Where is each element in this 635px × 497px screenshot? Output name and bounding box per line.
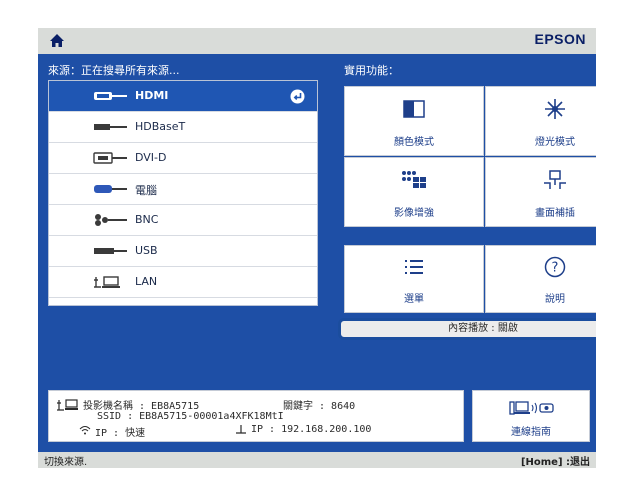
screen-interpolation-icon: [544, 170, 566, 189]
source-item-bnc[interactable]: BNC: [49, 205, 317, 236]
brand-logo: EPSON: [534, 31, 586, 47]
source-item-dvi-d[interactable]: DVI-D: [49, 143, 317, 174]
source-label-bnc: BNC: [135, 213, 159, 226]
wired-lan-icon: [236, 425, 246, 434]
menu-label: 選單: [404, 294, 424, 305]
help-label: 說明: [545, 294, 565, 305]
source-item-lan[interactable]: LAN: [49, 267, 317, 298]
screen-interpolation-label: 畫面補插: [535, 208, 575, 219]
color-mode-button[interactable]: 顏色模式: [344, 86, 484, 156]
projector-home-screen: EPSON 來源：正在搜尋所有來源... 實用功能： HDMI HDBaseT: [38, 28, 596, 468]
top-bar: EPSON: [38, 28, 596, 54]
hdmi-port-icon: [94, 92, 127, 100]
usb-port-icon: [94, 248, 127, 254]
dvi-port-icon: [93, 152, 127, 164]
image-enhance-icon: [402, 171, 426, 188]
source-item-hdmi[interactable]: HDMI: [49, 81, 317, 112]
footer-hint: 切換來源.: [44, 457, 88, 468]
source-item-hdbaset[interactable]: HDBaseT: [49, 112, 317, 143]
lan-ip: IP : 192.168.200.100: [251, 424, 372, 435]
light-mode-icon: [545, 99, 565, 119]
source-label-hdbaset: HDBaseT: [135, 120, 186, 133]
connection-guide-icon: [509, 401, 554, 415]
source-list: HDMI HDBaseT DVI-D 電腦 BNC USB LAN: [48, 80, 318, 306]
source-label-dvi-d: DVI-D: [135, 151, 167, 164]
light-mode-label: 燈光模式: [535, 137, 575, 148]
bottom-status-bar: 切換來源. [Home] :退出: [38, 452, 596, 468]
hdbaset-port-icon: [94, 124, 127, 130]
computer-port-icon: [94, 185, 127, 193]
connection-guide-label: 連線指南: [511, 427, 551, 438]
connection-guide-button[interactable]: 連線指南: [472, 390, 590, 442]
lan-icon: [94, 276, 120, 288]
wifi-icon: [79, 426, 91, 435]
screen-interpolation-button[interactable]: 畫面補插: [485, 157, 596, 227]
ssid: SSID : EB8A5715-00001a4XFK18MtI: [97, 411, 284, 422]
source-label-lan: LAN: [135, 275, 158, 288]
enter-icon: [290, 89, 305, 104]
help-icon: ?: [544, 256, 566, 278]
home-icon[interactable]: [48, 32, 66, 50]
bnc-port-icon: [95, 214, 127, 226]
source-label-usb: USB: [135, 244, 158, 257]
source-label-hdmi: HDMI: [135, 89, 169, 102]
menu-button[interactable]: 選單: [344, 245, 484, 313]
keyword: 關鍵字 : 8640: [283, 401, 356, 412]
projector-name: 投影機名稱 : EB8A5715: [83, 401, 200, 412]
svg-text:?: ?: [552, 261, 559, 276]
source-item-usb[interactable]: USB: [49, 236, 317, 267]
help-button[interactable]: ? 說明: [485, 245, 596, 313]
functions-heading: 實用功能：: [344, 64, 399, 77]
color-mode-label: 顏色模式: [394, 137, 434, 148]
image-enhance-button[interactable]: 影像增強: [344, 157, 484, 227]
content-playback-label: 內容播放 : 關啟: [448, 323, 518, 334]
source-item-computer[interactable]: 電腦: [49, 174, 317, 205]
network-info-panel: 投影機名稱 : EB8A5715 關鍵字 : 8640 SSID : EB8A5…: [48, 390, 464, 442]
wifi-ip: IP : 快速: [95, 428, 146, 439]
source-label-computer: 電腦: [135, 184, 157, 197]
image-enhance-label: 影像增強: [394, 208, 434, 219]
color-mode-icon: [403, 100, 425, 118]
footer-home-exit: [Home] :退出: [520, 457, 590, 468]
lan-icon: [57, 399, 78, 411]
menu-icon: [405, 260, 423, 274]
light-mode-button[interactable]: 燈光模式: [485, 86, 596, 156]
source-search-status: 來源：正在搜尋所有來源...: [48, 64, 180, 77]
content-playback-setting[interactable]: 內容播放 : 關啟: [338, 318, 596, 340]
